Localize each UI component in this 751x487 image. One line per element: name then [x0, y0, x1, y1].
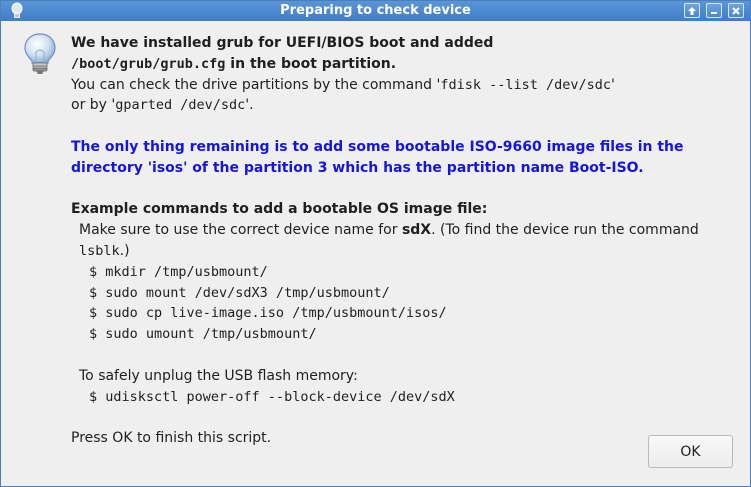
message-text: We have installed grub for UEFI/BIOS boo… [71, 33, 741, 449]
message-line-text: We have installed grub for UEFI/BIOS boo… [71, 35, 494, 51]
note-text: Make sure to use the correct device name… [79, 222, 402, 239]
code-path: /boot/grub/grub.cfg [71, 55, 226, 72]
note-text: .) [119, 242, 130, 259]
message-line-text: '. [245, 97, 254, 114]
lightbulb-icon [24, 33, 56, 74]
highlight-line: The only thing remaining is to add some … [71, 138, 684, 155]
title-bar[interactable]: Preparing to check device [1, 1, 750, 21]
example-heading: Example commands to add a bootable OS im… [71, 201, 488, 218]
window-title: Preparing to check device [280, 3, 471, 18]
dialog-window: Preparing to check device We have instal… [0, 0, 751, 487]
close-button[interactable] [728, 3, 744, 18]
keep-above-button[interactable] [684, 3, 700, 18]
command-line: $ sudo cp live-image.iso /tmp/usbmount/i… [89, 305, 447, 322]
minimize-button[interactable] [706, 3, 722, 18]
device-note: Make sure to use the correct device name… [71, 220, 741, 262]
device-name: sdX [401, 222, 432, 239]
command-line: $ udisksctl power-off --block-device /de… [89, 388, 455, 405]
gparted-command: gparted /dev/sdc [115, 97, 246, 114]
unplug-heading: To safely unplug the USB flash memory: [79, 367, 358, 384]
message-line: We have installed grub for UEFI/BIOS boo… [71, 33, 741, 54]
command-line: $ mkdir /tmp/usbmount/ [89, 263, 268, 280]
note-text: . (To find the device run the command [431, 222, 699, 239]
message-line: You can check the drive partitions by th… [71, 75, 741, 96]
fdisk-command: fdisk --list /dev/sdc [440, 76, 611, 93]
message-line-text: or by ' [71, 97, 116, 114]
finish-instruction: Press OK to finish this script. [71, 430, 272, 447]
lsblk-command: lsblk [79, 242, 120, 259]
message-line: /boot/grub/grub.cfg in the boot partitio… [71, 54, 741, 75]
close-icon [732, 6, 740, 15]
message-line-text: You can check the drive partitions by th… [71, 76, 441, 93]
ok-button[interactable]: OK [648, 435, 733, 468]
command-line: $ sudo umount /tmp/usbmount/ [89, 326, 317, 343]
message-line-text: ' [611, 76, 615, 93]
highlight-line: directory 'isos' of the partition 3 whic… [71, 159, 644, 176]
up-arrow-icon [688, 6, 696, 15]
message-line: or by 'gparted /dev/sdc'. [71, 95, 741, 116]
command-line: $ sudo mount /dev/sdX3 /tmp/usbmount/ [89, 284, 390, 301]
message-line-text: in the boot partition. [225, 55, 397, 72]
minimize-icon [711, 11, 717, 14]
